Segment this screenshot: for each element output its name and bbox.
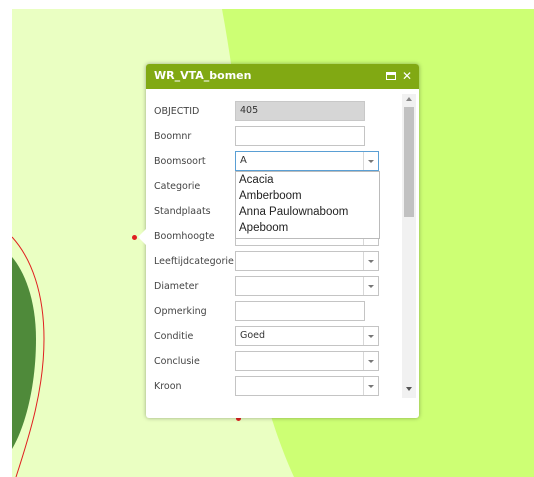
field-label: Conditie	[154, 331, 194, 342]
opmerking-input[interactable]	[235, 301, 365, 321]
field-label: Categorie	[154, 181, 201, 192]
field-label: Boomnr	[154, 131, 192, 142]
scroll-down-icon[interactable]	[406, 387, 412, 391]
boomsoort-dropdown-list: Acacia Amberboom Anna Paulownaboom Apebo…	[235, 171, 380, 239]
field-label: OBJECTID	[154, 106, 200, 117]
field-label: Opmerking	[154, 306, 207, 317]
field-row-leeftijdcategorie: Leeftijdcategorie	[146, 249, 406, 274]
field-row-diameter: Diameter	[146, 274, 406, 299]
popup-header: WR_VTA_bomen ✕	[146, 64, 419, 89]
dropdown-arrow-icon[interactable]	[363, 277, 378, 295]
leeftijdcategorie-select[interactable]	[235, 251, 379, 271]
field-label: Diameter	[154, 281, 199, 292]
boomnr-input[interactable]	[235, 126, 365, 146]
diameter-select[interactable]	[235, 276, 379, 296]
dropdown-option[interactable]: Apeboom	[239, 222, 288, 234]
field-row-boomnr: Boomnr	[146, 124, 406, 149]
field-label: Boomsoort	[154, 156, 206, 167]
field-label: Kroon	[154, 381, 182, 392]
field-row-conclusie: Conclusie	[146, 349, 406, 374]
dropdown-arrow-icon[interactable]	[363, 152, 378, 170]
kroon-select[interactable]	[235, 376, 379, 396]
close-icon[interactable]: ✕	[402, 69, 412, 83]
popup-scrollbar[interactable]	[402, 94, 416, 398]
dropdown-option[interactable]: Acacia	[239, 174, 274, 186]
boomsoort-combobox[interactable]: A	[235, 151, 379, 171]
field-label: Boomhoogte	[154, 231, 215, 242]
scroll-up-icon[interactable]	[406, 97, 412, 101]
field-row-next	[146, 399, 406, 401]
boomsoort-value: A	[240, 155, 247, 166]
dropdown-option[interactable]: Amberboom	[239, 190, 302, 202]
popup-body: OBJECTID 405 Boomnr Boomsoort A Categori…	[146, 89, 419, 401]
dropdown-arrow-icon[interactable]	[363, 352, 378, 370]
popup-pointer	[138, 229, 146, 245]
dropdown-arrow-icon[interactable]	[363, 252, 378, 270]
popup-title: WR_VTA_bomen	[154, 69, 252, 82]
field-label: Leeftijdcategorie	[154, 256, 234, 267]
scrollbar-thumb[interactable]	[404, 107, 414, 217]
field-row-kroon: Kroon	[146, 374, 406, 399]
maximize-icon[interactable]	[386, 72, 396, 80]
field-row-opmerking: Opmerking	[146, 299, 406, 324]
dropdown-option[interactable]: Anna Paulownaboom	[239, 206, 348, 218]
objectid-field: 405	[235, 101, 365, 121]
feature-popup: WR_VTA_bomen ✕ OBJECTID 405 Boomnr Booms…	[138, 64, 419, 418]
map-point-marker[interactable]	[132, 235, 137, 240]
conditie-select[interactable]: Goed	[235, 326, 379, 346]
dropdown-arrow-icon[interactable]	[363, 327, 378, 345]
conditie-value: Goed	[240, 330, 266, 341]
dropdown-arrow-icon[interactable]	[363, 377, 378, 395]
field-label: Standplaats	[154, 206, 211, 217]
field-row-objectid: OBJECTID 405	[146, 99, 406, 124]
field-row-conditie: Conditie Goed	[146, 324, 406, 349]
conclusie-select[interactable]	[235, 351, 379, 371]
field-label: Conclusie	[154, 356, 200, 367]
